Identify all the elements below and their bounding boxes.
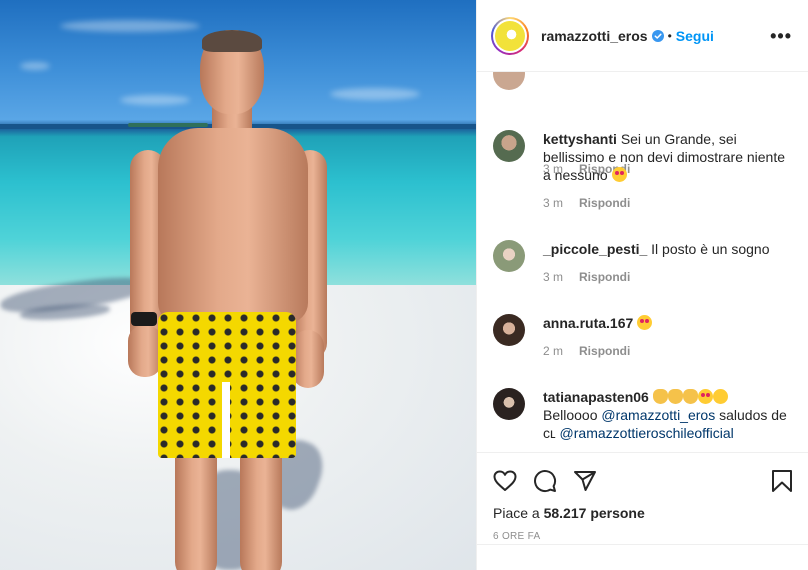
comment-body: _piccole_pesti_ Il posto è un sogno [543,240,792,258]
heart-eyes-emoji-icon [697,389,713,404]
swim-shorts [158,312,296,458]
comment-button[interactable] [533,469,557,493]
reply-button[interactable]: Rispondi [579,196,630,210]
likes-suffix: persone [590,505,645,521]
left-hand [128,325,162,377]
post-actions: Piace a 58.217 persone 6 ORE FA [477,452,808,542]
comment-meta: 3 m Rispondi [543,196,792,210]
man-figure [0,0,476,570]
torso [158,128,308,323]
likes-count[interactable]: Piace a 58.217 persone [493,505,793,521]
post-side-panel: ramazzotti_eros • Segui ••• 3 m Rispondi… [476,0,808,570]
comment-text: Belloooo [543,407,598,423]
comment-body: tatianapasten06 Belloooo @ramazzotti_ero… [543,388,792,442]
reply-button[interactable]: Rispondi [579,270,630,284]
follow-button[interactable]: Segui [676,28,714,44]
comment-time: 2 m [543,344,564,358]
comment-username[interactable]: tatianapasten06 [543,389,649,405]
heart-eyes-emoji-icon [637,315,653,330]
heart-icon [493,470,517,491]
hair [202,30,262,52]
right-hand [292,330,324,388]
author-avatar[interactable] [491,16,529,55]
commenter-avatar[interactable] [493,388,525,420]
like-button[interactable] [493,469,517,493]
post-photo[interactable] [0,0,476,570]
comments-list[interactable]: 3 m Rispondi kettyshanti Sei un Grande, … [477,72,808,452]
commenter-avatar[interactable] [493,72,525,90]
comment-time: 3 m [543,196,564,210]
post-timestamp[interactable]: 6 ORE FA [493,531,793,542]
comment-item: tatianapasten06 Belloooo @ramazzotti_ero… [493,388,792,442]
comment-item: _piccole_pesti_ Il posto è un sogno 3 m … [493,240,792,284]
commenter-avatar[interactable] [493,240,525,272]
mention-link[interactable]: @ramazzottieroschileofficial [560,425,734,441]
bookmark-icon [772,470,792,492]
kiss-emoji-icon [712,389,728,404]
more-options-button[interactable]: ••• [770,27,792,45]
clap-emoji-icon [667,389,683,404]
clap-emoji-icon [682,389,698,404]
likes-number: 58.217 [543,505,587,521]
comment-body: anna.ruta.167 [543,314,792,332]
commenter-avatar[interactable] [493,130,525,162]
save-button[interactable] [771,469,793,493]
commenter-avatar[interactable] [493,314,525,346]
comment-text: Il posto è un sogno [651,241,770,257]
comment-username[interactable]: kettyshanti [543,131,617,147]
share-button[interactable] [573,469,597,493]
reply-button[interactable]: Rispondi [579,344,630,358]
likes-prefix: Piace a [493,505,540,521]
heart-eyes-emoji-icon [611,167,627,182]
author-username[interactable]: ramazzotti_eros [541,28,648,44]
comment-meta: 3 m Rispondi [543,270,792,284]
mention-link[interactable]: @ramazzotti_eros [601,407,715,423]
post-header: ramazzotti_eros • Segui ••• [477,0,808,72]
comment-item: kettyshanti Sei un Grande, sei bellissim… [493,130,792,210]
comment-meta: 2 m Rispondi [543,344,792,358]
comment-item: anna.ruta.167 2 m Rispondi [493,314,792,358]
comment-username[interactable]: _piccole_pesti_ [543,241,647,257]
comment-time: 3 m [543,270,564,284]
add-comment-bar[interactable] [477,544,808,570]
comment-bubble-icon [534,470,557,493]
paper-plane-icon [574,471,596,491]
separator-dot: • [667,28,672,43]
verified-badge-icon [651,29,664,42]
wrist-watch [131,312,157,326]
action-icons-row [493,461,793,501]
clap-emoji-icon [652,389,668,404]
comment-body: kettyshanti Sei un Grande, sei bellissim… [543,130,792,184]
comment-username[interactable]: anna.ruta.167 [543,315,633,331]
